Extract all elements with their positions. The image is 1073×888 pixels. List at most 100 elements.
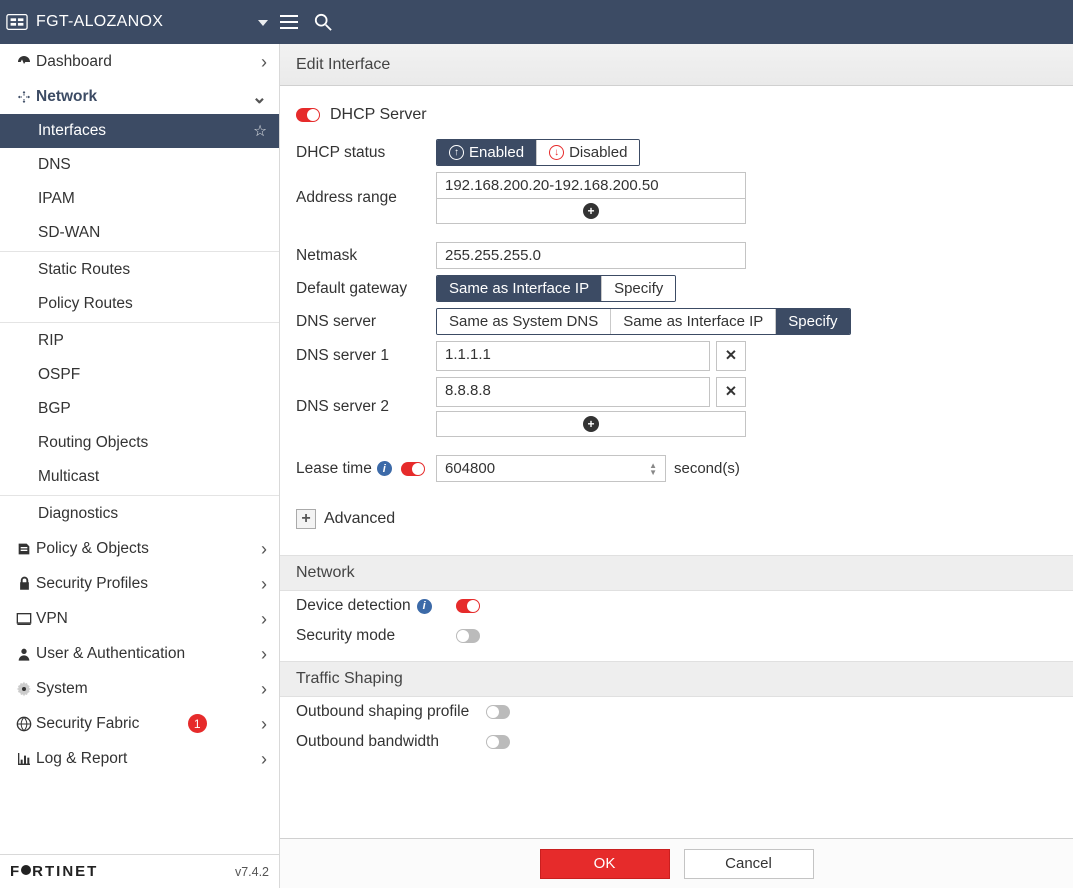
out-profile-label: Outbound shaping profile [296, 703, 476, 721]
address-range-input[interactable]: 192.168.200.20-192.168.200.50 [436, 172, 746, 199]
sidebar-item-ospf[interactable]: OSPF [0, 358, 279, 392]
sidebar-item-label: SD-WAN [38, 224, 100, 242]
sidebar-item-label: IPAM [38, 190, 75, 208]
device-dropdown-icon[interactable] [258, 14, 272, 30]
lease-time-label: Lease time i [296, 460, 436, 478]
dns1-input[interactable]: 1.1.1.1 [436, 341, 710, 371]
chevron-down-icon: ⌄ [252, 88, 267, 106]
dns-same-interface[interactable]: Same as Interface IP [611, 309, 776, 334]
sidebar-item-security-profiles[interactable]: Security Profiles › [0, 566, 279, 601]
spinner-arrows-icon[interactable]: ▲▼ [649, 462, 657, 476]
sidebar-item-multicast[interactable]: Multicast [0, 460, 279, 494]
sidebar-item-label: Security Fabric [36, 715, 139, 733]
sidebar-item-label: Network [36, 88, 97, 106]
security-mode-toggle[interactable] [456, 629, 480, 643]
dns-server-segment: Same as System DNS Same as Interface IP … [436, 308, 851, 335]
sidebar-item-static-routes[interactable]: Static Routes [0, 253, 279, 287]
dns2-remove-button[interactable]: ✕ [716, 377, 746, 407]
netmask-input[interactable]: 255.255.255.0 [436, 242, 746, 269]
sidebar: Dashboard › Network ⌄ Interfaces ☆ DNS I… [0, 44, 280, 888]
sidebar-item-ipam[interactable]: IPAM [0, 182, 279, 216]
device-detection-toggle[interactable] [456, 599, 480, 613]
traffic-shaping-section-header: Traffic Shaping [280, 661, 1073, 697]
dns2-label: DNS server 2 [296, 398, 436, 416]
chevron-right-icon: › [261, 53, 267, 71]
brand-logo: FRTINET [10, 863, 98, 880]
dns-specify[interactable]: Specify [776, 309, 849, 334]
dhcp-status-label: DHCP status [296, 144, 436, 162]
add-dns-button[interactable]: + [436, 411, 746, 437]
sidebar-item-rip[interactable]: RIP [0, 324, 279, 358]
chevron-right-icon: › [261, 750, 267, 768]
search-icon[interactable] [306, 13, 340, 31]
cancel-button[interactable]: Cancel [684, 849, 814, 879]
gateway-label: Default gateway [296, 280, 436, 298]
sidebar-item-label: Interfaces [38, 122, 106, 140]
sidebar-item-label: Security Profiles [36, 575, 148, 593]
info-icon[interactable]: i [417, 599, 432, 614]
dhcp-server-title: DHCP Server [330, 106, 427, 124]
sidebar-item-label: BGP [38, 400, 71, 418]
chevron-right-icon: › [261, 540, 267, 558]
gear-icon [12, 681, 36, 697]
chevron-right-icon: › [261, 575, 267, 593]
dhcp-status-enabled[interactable]: ↑ Enabled [437, 140, 537, 165]
lease-time-toggle[interactable] [401, 462, 425, 476]
arrow-down-circle-icon: ↓ [549, 145, 564, 160]
dashboard-icon [12, 54, 36, 70]
dhcp-status-segment: ↑ Enabled ↓ Disabled [436, 139, 640, 166]
advanced-label: Advanced [324, 510, 395, 528]
lock-icon [12, 576, 36, 591]
network-icon [12, 89, 36, 105]
dns-same-system[interactable]: Same as System DNS [437, 309, 611, 334]
sidebar-item-label: VPN [36, 610, 68, 628]
add-address-range-button[interactable]: + [436, 199, 746, 224]
dhcp-server-toggle[interactable] [296, 108, 320, 122]
out-bw-label: Outbound bandwidth [296, 733, 476, 751]
sidebar-item-label: Dashboard [36, 53, 112, 71]
sidebar-item-bgp[interactable]: BGP [0, 392, 279, 426]
sidebar-item-label: Log & Report [36, 750, 127, 768]
lease-time-input[interactable]: 604800 ▲▼ [436, 455, 666, 482]
sidebar-item-user-auth[interactable]: User & Authentication › [0, 636, 279, 671]
dns1-label: DNS server 1 [296, 347, 436, 365]
sidebar-item-label: User & Authentication [36, 645, 185, 663]
sidebar-item-log-report[interactable]: Log & Report › [0, 741, 279, 776]
plus-icon: + [583, 416, 599, 432]
chevron-right-icon: › [261, 715, 267, 733]
gateway-same-interface[interactable]: Same as Interface IP [437, 276, 602, 301]
dns1-remove-button[interactable]: ✕ [716, 341, 746, 371]
out-profile-toggle[interactable] [486, 705, 510, 719]
sidebar-item-network[interactable]: Network ⌄ [0, 79, 279, 114]
sidebar-item-dashboard[interactable]: Dashboard › [0, 44, 279, 79]
chevron-right-icon: › [261, 680, 267, 698]
sidebar-item-dns[interactable]: DNS [0, 148, 279, 182]
plus-icon: + [583, 203, 599, 219]
fortigate-logo-icon [6, 11, 28, 33]
dhcp-status-disabled[interactable]: ↓ Disabled [537, 140, 639, 165]
out-bw-toggle[interactable] [486, 735, 510, 749]
sidebar-item-diagnostics[interactable]: Diagnostics [0, 497, 279, 531]
sidebar-item-label: Routing Objects [38, 434, 148, 452]
device-name[interactable]: FGT-ALOZANOX [36, 13, 163, 31]
lease-time-unit: second(s) [674, 460, 740, 477]
star-icon[interactable]: ☆ [253, 122, 267, 141]
info-icon[interactable]: i [377, 461, 392, 476]
sidebar-item-sdwan[interactable]: SD-WAN [0, 216, 279, 250]
gateway-specify[interactable]: Specify [602, 276, 675, 301]
sidebar-item-vpn[interactable]: VPN › [0, 601, 279, 636]
sidebar-item-policy-objects[interactable]: Policy & Objects › [0, 531, 279, 566]
ok-button[interactable]: OK [540, 849, 670, 879]
sidebar-item-interfaces[interactable]: Interfaces ☆ [0, 114, 279, 148]
dns2-input[interactable]: 8.8.8.8 [436, 377, 710, 407]
policy-icon [12, 541, 36, 557]
advanced-expander[interactable]: + Advanced [280, 493, 1073, 545]
sidebar-item-label: Static Routes [38, 261, 130, 279]
menu-toggle-icon[interactable] [272, 15, 306, 29]
sidebar-item-label: Multicast [38, 468, 99, 486]
version-label: v7.4.2 [235, 865, 269, 879]
sidebar-item-system[interactable]: System › [0, 671, 279, 706]
sidebar-item-security-fabric[interactable]: Security Fabric 1 › [0, 706, 279, 741]
sidebar-item-routing-objects[interactable]: Routing Objects [0, 426, 279, 460]
sidebar-item-policy-routes[interactable]: Policy Routes [0, 287, 279, 321]
